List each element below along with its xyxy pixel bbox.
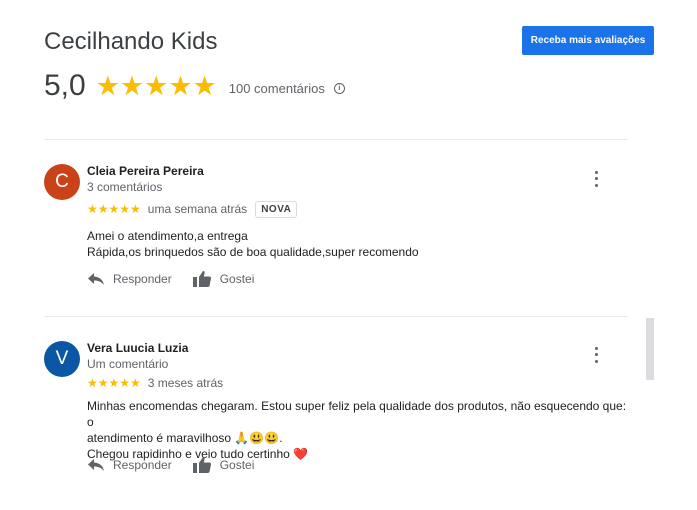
review-date: uma semana atrás (147, 202, 248, 216)
review-rating-line: ★★★★★ uma semana atrás NOVA (87, 200, 298, 218)
page-title: Cecilhando Kids (44, 28, 218, 55)
reply-label: Responder (113, 458, 172, 472)
review-date: 3 meses atrás (147, 376, 224, 390)
review-rating-line: ★★★★★ 3 meses atrás (87, 374, 223, 392)
average-rating: 5,0 (44, 69, 86, 102)
more-options-icon[interactable] (591, 169, 601, 189)
review-actions: Responder Gostei (87, 456, 274, 474)
new-badge: NOVA (255, 200, 298, 218)
reply-icon (88, 273, 104, 285)
average-stars: ★★★★★ (95, 70, 217, 101)
review-text-line: atendimento é maravilhoso 🙏😃😃. (87, 431, 283, 445)
review-text: Minhas encomendas chegaram. Estou super … (87, 398, 627, 462)
like-label: Gostei (219, 272, 255, 286)
review-divider (44, 316, 628, 317)
review-text-line: Minhas encomendas chegaram. Estou super … (87, 399, 627, 429)
reviewer-meta: 3 comentários (87, 180, 163, 194)
review-text: Amei o atendimento,a entrega Rápida,os b… (87, 228, 627, 260)
get-more-reviews-button[interactable]: Receba mais avaliações (522, 26, 654, 55)
avatar[interactable]: V (44, 341, 80, 377)
reply-label: Responder (113, 272, 172, 286)
like-button[interactable]: Gostei (192, 270, 255, 288)
review-text-line: Rápida,os brinquedos são de boa qualidad… (87, 245, 419, 259)
review-stars: ★★★★★ (87, 202, 141, 216)
info-icon[interactable]: i (333, 82, 345, 94)
reviewer-meta: Um comentário (87, 357, 169, 371)
reviewer-name[interactable]: Vera Luucia Luzia (87, 341, 188, 355)
thumbs-up-icon (192, 271, 211, 287)
rating-summary: 5,0 ★★★★★ 100 comentários i (44, 68, 345, 104)
review-text-line: Amei o atendimento,a entrega (87, 229, 248, 243)
avatar[interactable]: C (44, 164, 80, 200)
header-divider (44, 139, 628, 140)
reply-button[interactable]: Responder (87, 458, 172, 472)
reply-icon (88, 459, 104, 471)
like-button[interactable]: Gostei (192, 456, 255, 474)
review-count[interactable]: 100 comentários (229, 81, 325, 96)
more-options-icon[interactable] (591, 345, 601, 365)
reply-button[interactable]: Responder (87, 272, 172, 286)
thumbs-up-icon (192, 457, 211, 473)
reviewer-name[interactable]: Cleia Pereira Pereira (87, 164, 204, 178)
like-label: Gostei (219, 458, 255, 472)
scrollbar-thumb[interactable] (646, 318, 654, 380)
review-stars: ★★★★★ (87, 376, 141, 390)
review-actions: Responder Gostei (87, 270, 274, 288)
